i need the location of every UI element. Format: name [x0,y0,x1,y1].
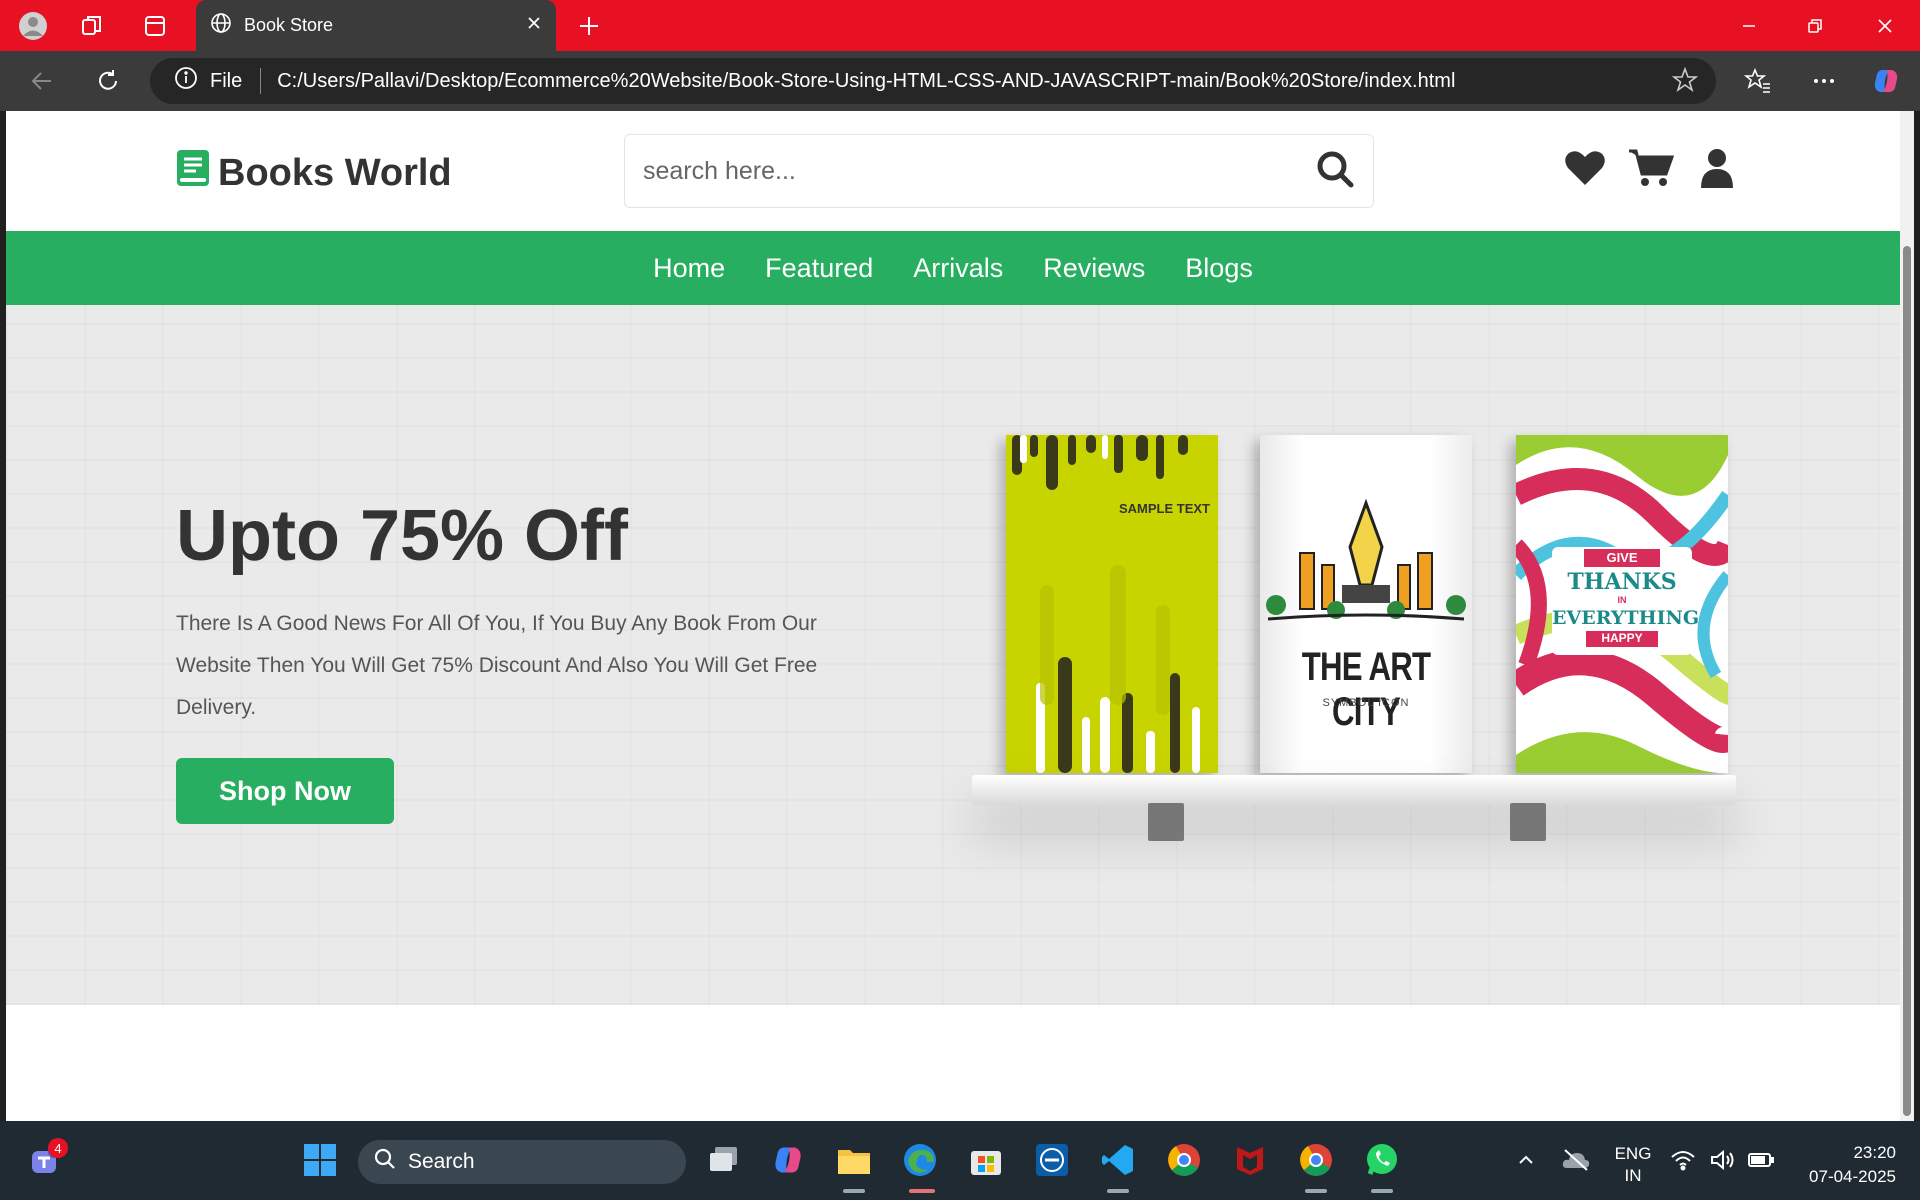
wifi-icon[interactable] [1666,1136,1700,1184]
refresh-icon[interactable] [90,63,126,99]
workspaces-icon[interactable] [76,9,110,43]
book-3-line-1: GIVE [1606,550,1638,565]
mcafee-icon[interactable] [1226,1136,1274,1184]
wall-shelf [972,775,1736,805]
nav-blogs[interactable]: Blogs [1185,253,1253,284]
vscode-icon[interactable] [1094,1136,1142,1184]
page-viewport: Books World Home Featured Arrivals Revie… [6,111,1900,1121]
tab-title: Book Store [244,15,334,35]
logo-text: Books World [218,151,452,194]
site-header: Books World [6,111,1900,231]
hero-title: Upto 75% Off [176,496,629,576]
cart-icon[interactable] [1628,145,1674,191]
user-icon[interactable] [1694,145,1740,191]
frame-right-edge [1914,111,1920,1121]
page-scrollbar[interactable] [1900,111,1914,1121]
restore-icon[interactable] [1782,0,1848,51]
browser-titlebar: Book Store [0,0,1920,51]
address-separator [260,68,262,94]
show-hidden-icons-chevron[interactable] [1502,1136,1550,1184]
edge-icon[interactable] [896,1136,944,1184]
copilot-taskbar-icon[interactable] [764,1136,812,1184]
onedrive-offline-icon[interactable] [1552,1136,1600,1184]
book-3-line-4: EVERYTHING [1552,607,1700,629]
profile-avatar-icon[interactable] [16,9,50,43]
book-2-subtitle: SYMBOL ICON [1322,697,1410,709]
nav-home[interactable]: Home [653,253,725,284]
nav-reviews[interactable]: Reviews [1043,253,1145,284]
favorite-star-icon[interactable] [1671,66,1699,99]
book-1-cover-text: SAMPLE TEXT [1118,501,1210,516]
close-tab-icon[interactable] [526,15,542,36]
address-prefix: File [210,69,243,92]
notification-badge: 4 [48,1138,68,1158]
taskbar-search-label: Search [408,1150,475,1173]
whatsapp-icon[interactable] [1358,1136,1406,1184]
explorer-running-indicator [843,1189,865,1193]
file-explorer-icon[interactable] [830,1136,878,1184]
chrome-running-indicator [1305,1189,1327,1193]
tab-actions-icon[interactable] [138,9,172,43]
battery-icon[interactable] [1744,1136,1778,1184]
microsoft-store-icon[interactable] [962,1136,1010,1184]
system-clock[interactable]: 23:20 07-04-2025 [1788,1141,1896,1189]
clock-time: 23:20 [1853,1143,1896,1162]
site-nav-bar: Home Featured Arrivals Reviews Blogs [6,231,1900,305]
book-3-line-2: THANKS [1567,569,1677,595]
address-bar[interactable]: File C:/Users/Pallavi/Desktop/Ecommerce%… [150,58,1716,104]
clock-date: 07-04-2025 [1809,1167,1896,1186]
region-code: IN [1624,1166,1642,1185]
vscode-running-indicator [1107,1189,1129,1193]
dell-icon[interactable] [1028,1136,1076,1184]
shelf-bracket-right [1510,803,1546,841]
book-logo-icon [176,149,210,197]
hero-section: Upto 75% Off There Is A Good News For Al… [6,305,1900,1005]
nav-arrivals[interactable]: Arrivals [913,253,1003,284]
task-view-icon[interactable] [700,1136,748,1184]
site-logo[interactable]: Books World [176,149,452,197]
url-text[interactable]: C:/Users/Pallavi/Desktop/Ecommerce%20Web… [277,70,1455,93]
book-give-thanks[interactable]: GIVE THANKS IN EVERYTHING HAPPY [1516,435,1728,773]
scrollbar-thumb[interactable] [1903,246,1911,1116]
book-art-city[interactable]: THE ART CITY SYMBOL ICON [1260,435,1472,773]
favorites-icon[interactable] [1740,63,1776,99]
info-icon[interactable] [174,66,198,96]
volume-icon[interactable] [1706,1136,1740,1184]
language-indicator[interactable]: ENG IN [1608,1143,1658,1187]
book-2-title: THE ART CITY [1301,645,1431,734]
close-window-icon[interactable] [1852,0,1918,51]
copilot-icon[interactable] [1868,63,1904,99]
site-search-input[interactable] [643,156,1315,186]
chrome-profile-k-icon[interactable] [1160,1136,1208,1184]
globe-icon [210,12,232,39]
language-code: ENG [1614,1144,1652,1163]
chrome-profile-p-icon[interactable] [1292,1136,1340,1184]
tab-book-store[interactable]: Book Store [196,0,556,51]
heart-icon[interactable] [1562,145,1608,191]
more-options-icon[interactable] [1806,63,1842,99]
new-tab-icon[interactable] [572,9,606,43]
header-icons [1562,145,1740,191]
nav-featured[interactable]: Featured [765,253,873,284]
shelf-bracket-left [1148,803,1184,841]
minimize-icon[interactable] [1716,0,1782,51]
hero-description: There Is A Good News For All Of You, If … [176,612,818,719]
book-sample-text[interactable]: SAMPLE TEXT [1006,435,1218,773]
taskbar-search[interactable]: Search [358,1140,686,1184]
book-3-line-3: IN [1617,595,1627,605]
shop-now-button[interactable]: Shop Now [176,758,394,824]
back-arrow-icon[interactable] [24,63,60,99]
windows-taskbar: 4 Search ENG IN 23:20 07-04-2025 [0,1121,1920,1200]
edge-active-indicator [909,1189,935,1193]
windows-start-icon[interactable] [296,1136,344,1184]
next-section [6,1005,1900,1121]
book-3-line-5: HAPPY [1601,631,1643,645]
whatsapp-running-indicator [1371,1189,1393,1193]
book-shelf-image: SAMPLE TEXT THE ART CITY SYMBOL ICON GIV… [956,405,1736,841]
search-icon[interactable] [1315,149,1355,194]
browser-toolbar: File C:/Users/Pallavi/Desktop/Ecommerce%… [0,51,1920,111]
taskbar-search-icon [374,1148,396,1176]
site-search-box[interactable] [624,134,1374,208]
